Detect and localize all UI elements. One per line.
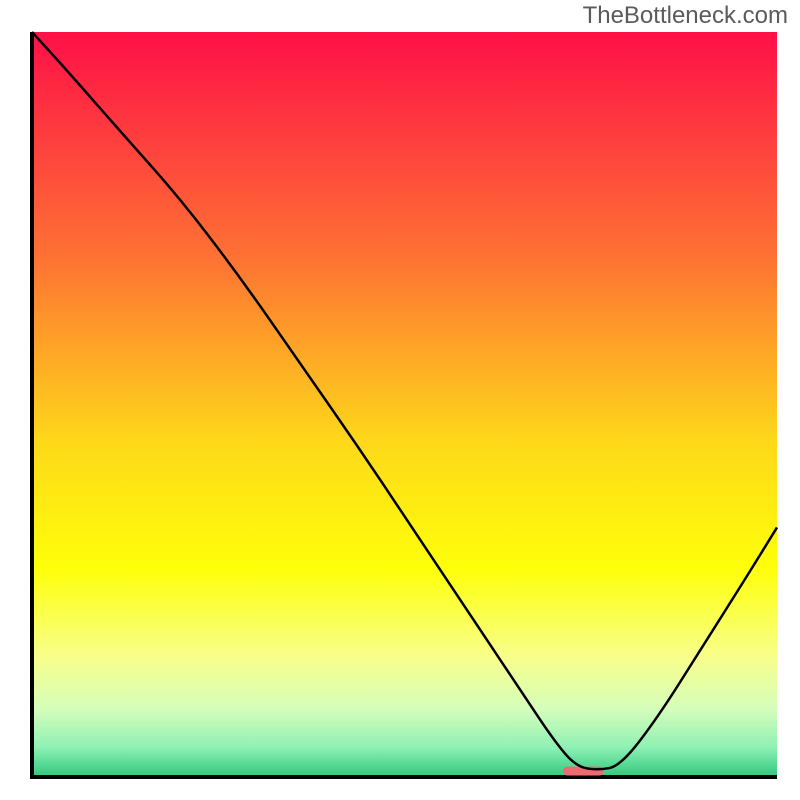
plot-background-gradient — [32, 32, 777, 777]
chart-container: TheBottleneck.com — [0, 0, 800, 800]
watermark-text: TheBottleneck.com — [583, 2, 788, 30]
bottleneck-chart — [0, 0, 800, 800]
